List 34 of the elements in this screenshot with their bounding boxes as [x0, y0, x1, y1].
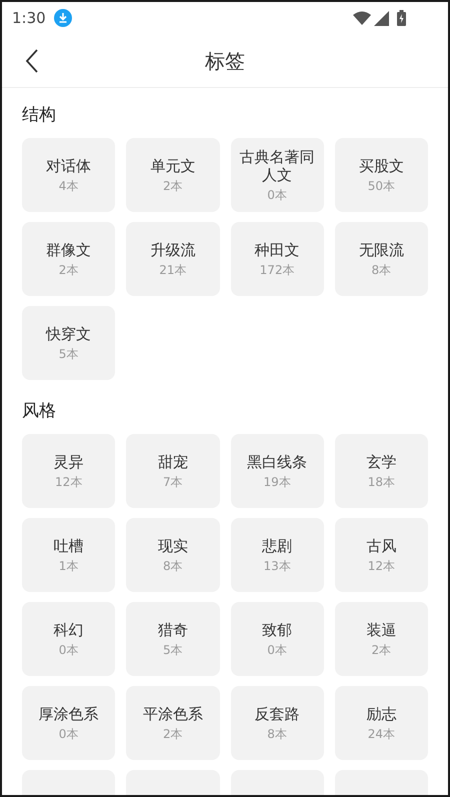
back-icon: [25, 48, 39, 72]
tag-card[interactable]: 黑白线条 19本: [230, 434, 324, 508]
tag-card[interactable]: 吐槽 1本: [22, 518, 116, 592]
tag-card[interactable]: 现实 8本: [126, 518, 220, 592]
tag-card[interactable]: 群像文 2本: [22, 222, 116, 296]
download-icon: [54, 9, 72, 27]
section-title: 风格: [22, 400, 56, 424]
tag-card[interactable]: 买股文 50本: [334, 138, 428, 212]
tag-card[interactable]: 励志 24本: [334, 686, 428, 760]
tag-card[interactable]: 装逼 2本: [334, 602, 428, 676]
tag-card[interactable]: 厚涂色系 0本: [22, 686, 116, 760]
wifi-icon: [353, 11, 371, 25]
tag-card[interactable]: 古风 12本: [334, 518, 428, 592]
tag-card[interactable]: 种田文 172本: [230, 222, 324, 296]
tag-card[interactable]: 致郁 0本: [230, 602, 324, 676]
status-time: 1:30: [12, 8, 46, 29]
page-title: 标签: [205, 48, 245, 74]
tag-card[interactable]: 灵异 12本: [22, 434, 116, 508]
tag-card[interactable]: 玄学 18本: [334, 434, 428, 508]
tag-card[interactable]: 科幻 0本: [22, 602, 116, 676]
tag-card[interactable]: 无限流 8本: [334, 222, 428, 296]
tag-card[interactable]: 对话体 4本: [22, 138, 116, 212]
tag-card[interactable]: 悲剧 13本: [230, 518, 324, 592]
tag-card[interactable]: 猎奇 5本: [126, 602, 220, 676]
tag-card[interactable]: 升级流 21本: [126, 222, 220, 296]
battery-icon: [397, 10, 406, 26]
tag-card[interactable]: 平涂色系 2本: [126, 686, 220, 760]
tag-card[interactable]: 古典名著同人文 0本: [230, 138, 324, 212]
signal-icon: [374, 10, 389, 26]
tag-card[interactable]: 单元文 2本: [126, 138, 220, 212]
tag-card[interactable]: 反套路 8本: [230, 686, 324, 760]
section-title: 结构: [22, 104, 56, 128]
tag-card[interactable]: 快穿文 5本: [22, 306, 116, 380]
tag-card[interactable]: 甜宠 7本: [126, 434, 220, 508]
